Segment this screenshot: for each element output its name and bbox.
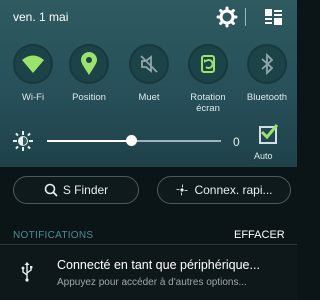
notification-title: Connecté en tant que périphérique...	[57, 258, 260, 272]
rotation-toggle-circle[interactable]	[188, 44, 228, 84]
notifications-divider	[0, 244, 297, 245]
usb-icon	[20, 262, 34, 287]
quick-connect-icon	[176, 184, 189, 196]
toggle-bluetooth[interactable]: Bluetooth	[238, 44, 296, 114]
rotation-label-line1: Rotation	[190, 92, 226, 103]
notification-subtitle: Appuyez pour accéder à d'autres options.…	[57, 277, 247, 288]
brightness-value: 0	[233, 135, 240, 149]
rotation-label-line2: écran	[196, 103, 220, 114]
wifi-toggle-circle[interactable]	[13, 44, 53, 84]
location-toggle-circle[interactable]	[69, 44, 109, 84]
bluetooth-label: Bluetooth	[246, 92, 288, 103]
mute-toggle-circle[interactable]	[129, 44, 169, 84]
notifications-title: NOTIFICATIONS	[13, 230, 94, 241]
edit-grid-icon[interactable]	[262, 6, 284, 28]
quick-connect-button[interactable]: Connex. rapi...	[157, 176, 291, 204]
toggle-mute[interactable]: Muet	[120, 44, 178, 114]
date-text: ven. 1 mai	[13, 10, 69, 24]
location-icon	[81, 52, 97, 75]
quick-connect-label: Connex. rapi...	[194, 183, 273, 197]
clear-notifications-button[interactable]: EFFACER	[234, 229, 285, 241]
toggle-wifi[interactable]: Wi-Fi	[4, 44, 62, 114]
brightness-slider-fill	[47, 140, 131, 142]
brightness-slider-thumb[interactable]	[126, 135, 137, 146]
auto-brightness-checkbox[interactable]	[259, 124, 278, 144]
notifications-header: NOTIFICATIONS EFFACER	[0, 225, 297, 245]
quick-settings-row: Wi-Fi Position Muet Rotation écran Bluet…	[0, 44, 297, 114]
bluetooth-icon	[261, 53, 274, 75]
header-divider	[245, 8, 246, 26]
search-icon	[44, 183, 58, 197]
s-finder-button[interactable]: S Finder	[13, 176, 139, 204]
wifi-icon	[22, 55, 44, 73]
s-finder-label: S Finder	[62, 183, 109, 197]
toggle-location[interactable]: Position	[60, 44, 118, 114]
checkmark-icon	[260, 124, 278, 140]
rotation-icon	[201, 55, 215, 73]
bluetooth-toggle-circle[interactable]	[247, 44, 287, 84]
toggle-rotation[interactable]: Rotation écran	[179, 44, 237, 114]
notification-item[interactable]: Connecté en tant que périphérique... App…	[0, 246, 297, 300]
mute-icon	[140, 55, 158, 73]
settings-gear-icon[interactable]	[216, 6, 238, 28]
quick-panel: ven. 1 mai Wi-Fi Position Muet Rotation …	[0, 0, 297, 167]
brightness-icon	[12, 130, 34, 152]
auto-brightness-label: Auto	[254, 151, 273, 161]
